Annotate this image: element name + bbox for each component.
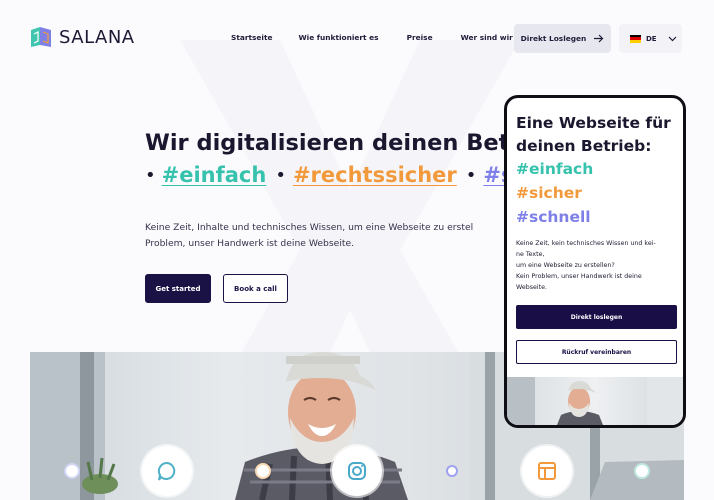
- bullet: •: [145, 164, 156, 186]
- nav-link-wie-funktioniert-es[interactable]: Wie funktioniert es: [286, 24, 392, 52]
- mobile-direkt-loslegen-button[interactable]: Direkt loslegen: [516, 305, 677, 329]
- mobile-description-line: Kein Problem, unser Handwerk ist deine: [516, 273, 642, 280]
- mobile-title: Eine Webseite für deinen Betrieb:: [516, 114, 671, 155]
- nav-link-startseite[interactable]: Startseite: [218, 24, 286, 52]
- cta-label: Direkt Loslegen: [520, 34, 587, 43]
- tag-rechtssicher: #rechtssicher: [292, 163, 457, 187]
- brand-logo[interactable]: SALANA: [30, 26, 135, 48]
- mobile-description-line: um eine Webseite zu erstellen?: [516, 262, 615, 269]
- nav-link-preise[interactable]: Preise: [392, 24, 448, 52]
- mobile-description-line: Webseite.: [516, 284, 547, 291]
- mobile-rueckruf-button[interactable]: Rückruf vereinbaren: [516, 340, 677, 364]
- decor-dot: [446, 465, 458, 477]
- bullet: •: [465, 164, 477, 186]
- decor-dot: [257, 465, 269, 477]
- site-header: SALANA Startseite Wie funktioniert es Pr…: [0, 0, 714, 78]
- mobile-tag-schnell: #schnell: [516, 208, 591, 226]
- decor-dot: [636, 465, 648, 477]
- chat-icon: [157, 461, 176, 481]
- language-selector[interactable]: DE: [619, 24, 682, 53]
- main-nav: Startseite Wie funktioniert es Preise We…: [218, 24, 526, 52]
- chat-feature-badge: [142, 446, 192, 496]
- bullet: •: [275, 164, 286, 186]
- arrow-right-icon: [594, 34, 604, 43]
- mobile-description-line: ne Texte,: [516, 251, 545, 258]
- book-a-call-button[interactable]: Book a call: [223, 274, 288, 303]
- decor-dot: [66, 465, 78, 477]
- hero-description: Keine Zeit, Inhalte und technisches Wiss…: [145, 222, 474, 249]
- mobile-photo: [507, 377, 683, 425]
- language-code: DE: [646, 34, 657, 43]
- direkt-loslegen-button[interactable]: Direkt Loslegen: [514, 24, 611, 53]
- mobile-preview: Eine Webseite für deinen Betrieb: #einfa…: [504, 95, 686, 428]
- instagram-feature-badge: [332, 446, 382, 496]
- brand-name: SALANA: [59, 26, 135, 48]
- mobile-craftsman-photo: [507, 377, 683, 425]
- layout-feature-badge: [522, 446, 572, 496]
- mobile-tag-einfach: #einfach: [516, 160, 594, 178]
- tag-einfach: #einfach: [161, 163, 267, 187]
- logo-mark-icon: [31, 27, 51, 47]
- mobile-description-line: Keine Zeit, kein technisches Wissen und …: [516, 240, 656, 247]
- layout-icon: [538, 462, 556, 480]
- chevron-down-icon: [668, 36, 677, 41]
- instagram-icon: [348, 462, 366, 480]
- hero-tags: • #einfach • #rechtssicher • #sc: [145, 163, 526, 187]
- mobile-description: Keine Zeit, kein technisches Wissen und …: [516, 238, 681, 293]
- get-started-button[interactable]: Get started: [145, 274, 211, 303]
- mobile-tag-sicher: #sicher: [516, 184, 582, 202]
- german-flag-icon: [630, 34, 641, 43]
